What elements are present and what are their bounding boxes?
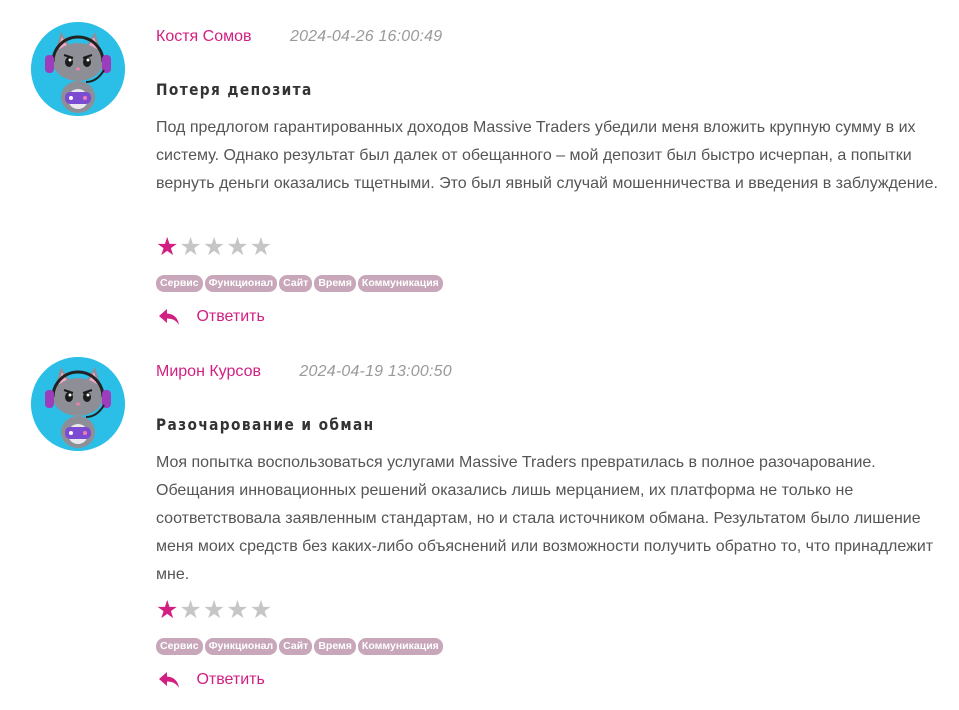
star-filled-icon: ★: [156, 596, 179, 624]
star-empty-icon: ★: [249, 596, 273, 624]
cat-gamer-avatar-icon: [31, 357, 125, 451]
reply-button[interactable]: Ответить: [158, 308, 265, 332]
tag-list: Сервис Функционал Сайт Время Коммуникация: [156, 273, 445, 292]
tag-list: Сервис Функционал Сайт Время Коммуникация: [156, 636, 445, 655]
star-empty-icon: ★: [226, 233, 249, 261]
tag-communication: Коммуникация: [357, 638, 443, 655]
review-date: 2024-04-26 16:00:49: [289, 28, 443, 45]
star-empty-icon: ★: [202, 233, 226, 261]
tag-time: Время: [314, 638, 356, 655]
review-title: Потеря депозита: [156, 80, 313, 99]
tag-time: Время: [314, 275, 356, 292]
star-filled-icon: ★: [156, 233, 179, 261]
star-empty-icon: ★: [226, 596, 249, 624]
star-rating: ★★★★★: [156, 234, 273, 260]
tag-functionality: Функционал: [204, 638, 278, 655]
review-title: Разочарование и обман: [156, 415, 375, 434]
tag-site: Сайт: [279, 638, 313, 655]
review-meta: Мирон Курсов 2024-04-19 13:00:50: [156, 363, 452, 385]
author-name[interactable]: Мирон Курсов: [156, 363, 261, 380]
star-empty-icon: ★: [202, 596, 226, 624]
star-empty-icon: ★: [179, 233, 202, 261]
tag-communication: Коммуникация: [357, 275, 443, 292]
star-rating: ★★★★★: [156, 597, 273, 623]
tag-functionality: Функционал: [204, 275, 278, 292]
review-text: Моя попытка воспользоваться услугами Mas…: [156, 454, 934, 583]
avatar[interactable]: [31, 22, 125, 116]
review-text: Под предлогом гарантированных доходов Ma…: [156, 119, 938, 192]
tag-service: Сервис: [156, 638, 203, 655]
star-empty-icon: ★: [249, 233, 273, 261]
reply-label: Ответить: [196, 308, 265, 325]
cat-gamer-avatar-icon: [31, 22, 125, 116]
reply-arrow-icon: [159, 672, 179, 688]
review-date: 2024-04-19 13:00:50: [299, 363, 452, 380]
tag-site: Сайт: [279, 275, 313, 292]
avatar[interactable]: [31, 357, 125, 451]
review-meta: Костя Сомов 2024-04-26 16:00:49: [156, 28, 442, 50]
tag-service: Сервис: [156, 275, 203, 292]
reply-button[interactable]: Ответить: [158, 671, 265, 695]
author-name[interactable]: Костя Сомов: [156, 28, 252, 45]
reply-arrow-icon: [159, 309, 179, 325]
star-empty-icon: ★: [179, 596, 202, 624]
reply-label: Ответить: [196, 671, 265, 688]
